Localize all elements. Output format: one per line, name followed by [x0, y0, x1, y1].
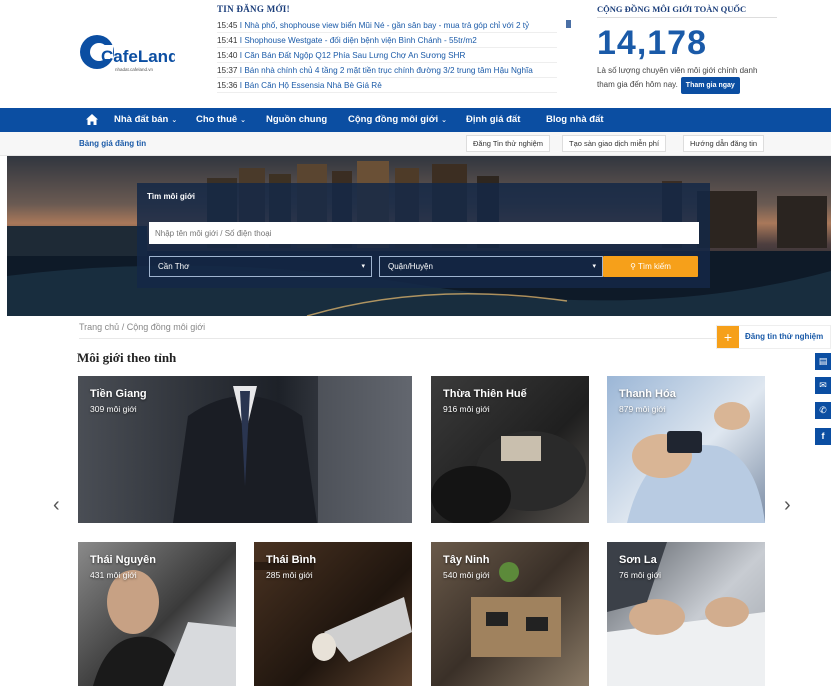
news-item[interactable]: 15:45 I Nhà phố, shophouse view biển Mũi…	[217, 18, 557, 33]
news-scrollbar[interactable]	[566, 20, 571, 28]
section-title: Môi giới theo tỉnh	[77, 350, 177, 365]
create-exchange-button[interactable]: Tạo sàn giao dịch miễn phí	[562, 135, 667, 152]
province-card[interactable]: Thái Nguyên 431 môi giới	[78, 542, 236, 686]
province-name: Thừa Thiên Huế	[443, 388, 527, 400]
nav-item-nha-dat-ban[interactable]: Nhà đất bán ⌄	[114, 108, 177, 132]
price-list-link[interactable]: Bảng giá đăng tin	[79, 139, 146, 148]
news-item[interactable]: 15:37 I Bán nhà chính chủ 4 tầng 2 mặt t…	[217, 63, 557, 78]
province-name: Thái Bình	[266, 554, 317, 566]
chevron-down-icon: ⌄	[240, 117, 247, 124]
cafeland-logo[interactable]: CafeLand nhadat.cafeland.vn	[79, 30, 175, 74]
news-item[interactable]: 15:36 I Bán Căn Hộ Essensia Nhà Bè Giá R…	[217, 78, 557, 93]
main-nav: Nhà đất bán ⌄ Cho thuê ⌄ Nguồn chung Cộng …	[0, 108, 831, 132]
broker-count: 309 môi giới	[90, 404, 137, 414]
plus-icon: +	[717, 326, 739, 348]
city-select[interactable]: Cần Thơ ▾	[149, 256, 372, 277]
chevron-down-icon: ⌄	[171, 117, 178, 124]
community-desc: Là số lượng chuyên viên môi giới chính d…	[597, 64, 767, 94]
community-title: CỘNG ĐỒNG MÔI GIỚI TOÀN QUỐC	[597, 4, 777, 18]
nav-item-blog[interactable]: Blog nhà đất	[546, 108, 604, 132]
nav-item-nguon-chung[interactable]: Nguồn chung	[266, 108, 327, 132]
chevron-left-icon[interactable]: ‹	[53, 494, 60, 517]
caret-down-icon: ▾	[361, 263, 365, 270]
province-card[interactable]: Tiền Giang 309 môi giới	[78, 376, 412, 523]
community-panel: CỘNG ĐỒNG MÔI GIỚI TOÀN QUỐC 14,178 Là s…	[597, 4, 777, 94]
broker-count: 916 môi giới	[443, 404, 490, 414]
province-card[interactable]: Thái Bình 285 môi giới	[254, 542, 412, 686]
news-title: TIN ĐĂNG MỚI!	[217, 4, 290, 14]
province-card[interactable]: Thừa Thiên Huế 916 môi giới	[431, 376, 589, 523]
logo-text: CafeLand	[101, 47, 175, 66]
broker-search-box: Tìm môi giới Cần Thơ▾ Quận/Huyện▾ ⚲ Tìm …	[137, 183, 710, 288]
broker-search-input[interactable]	[149, 222, 699, 244]
chevron-right-icon[interactable]: ›	[784, 494, 791, 517]
chevron-down-icon: ⌄	[441, 117, 447, 124]
header: CafeLand nhadat.cafeland.vn TIN ĐĂNG MỚI…	[0, 0, 831, 108]
broker-count: 285 môi giới	[266, 570, 313, 580]
province-name: Sơn La	[619, 554, 657, 566]
province-card[interactable]: Tây Ninh 540 môi giới	[431, 542, 589, 686]
logo-sub: nhadat.cafeland.vn	[115, 67, 154, 72]
mail-icon[interactable]: ✉	[815, 377, 831, 394]
nav-item-dinh-gia[interactable]: Định giá đất	[466, 108, 520, 132]
search-icon: ⚲	[630, 262, 636, 271]
search-button[interactable]: ⚲ Tìm kiếm	[603, 256, 698, 277]
join-button[interactable]: Tham gia ngay	[680, 77, 740, 94]
province-name: Thanh Hóa	[619, 388, 676, 400]
broker-count: 540 môi giới	[443, 570, 490, 580]
trial-post-button[interactable]: Đăng Tin thử nghiệm	[466, 135, 551, 152]
district-select[interactable]: Quận/Huyện ▾	[379, 256, 603, 277]
news-panel: TIN ĐĂNG MỚI! 15:45 I Nhà phố, shophouse…	[217, 4, 572, 93]
province-card[interactable]: Sơn La 76 môi giới	[607, 542, 765, 686]
province-name: Thái Nguyên	[90, 554, 157, 566]
sub-bar: Bảng giá đăng tin Đăng Tin thử nghiệm Tạ…	[0, 132, 831, 156]
document-icon[interactable]: ▤	[815, 353, 831, 370]
news-item[interactable]: 15:40 I Căn Bán Đất Ngộp Q12 Phía Sau Lư…	[217, 48, 557, 63]
phone-icon[interactable]: ✆	[815, 402, 831, 419]
post-trial-button[interactable]: + Đăng tin thử nghiệm	[716, 325, 831, 349]
broker-count: 431 môi giới	[90, 570, 137, 580]
post-guide-button[interactable]: Hướng dẫn đăng tin	[683, 135, 765, 152]
nav-item-cho-thue[interactable]: Cho thuê ⌄	[196, 108, 246, 132]
broker-count: 76 môi giới	[619, 570, 661, 580]
nav-item-cong-dong[interactable]: Cộng đồng môi giới ⌄	[348, 108, 447, 132]
broker-count: 879 môi giới	[619, 404, 666, 414]
divider	[79, 338, 719, 339]
caret-down-icon: ▾	[592, 263, 596, 270]
home-icon[interactable]	[85, 113, 99, 126]
province-name: Tiền Giang	[90, 388, 147, 400]
facebook-icon[interactable]: f	[815, 428, 831, 445]
province-name: Tây Ninh	[443, 554, 490, 566]
breadcrumb[interactable]: Trang chủ / Cộng đồng môi giới	[79, 322, 205, 332]
news-list: 15:45 I Nhà phố, shophouse view biển Mũi…	[217, 18, 572, 93]
broker-count: 14,178	[597, 24, 707, 62]
search-label: Tìm môi giới	[147, 192, 195, 201]
province-card[interactable]: Thanh Hóa 879 môi giới	[607, 376, 765, 523]
news-item[interactable]: 15:41 I Shophouse Westgate - đối diện bệ…	[217, 33, 557, 48]
